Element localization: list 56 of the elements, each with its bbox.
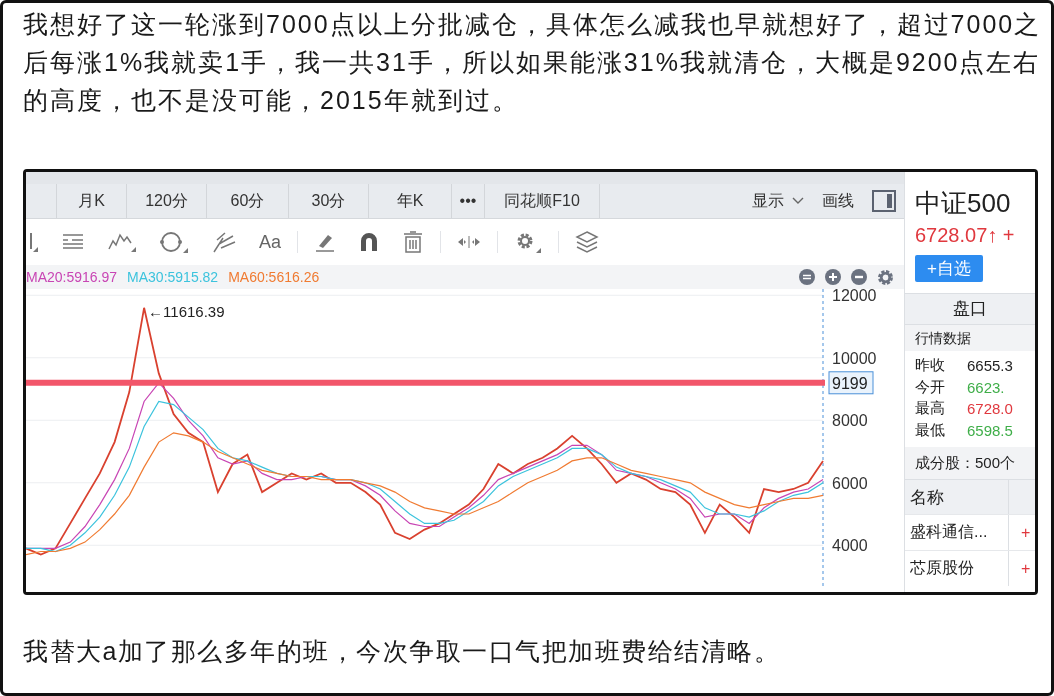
ma-legend-label: MA60:5616.26 xyxy=(228,269,320,285)
axis-label: 8000 xyxy=(832,412,868,430)
plus-circle-icon[interactable] xyxy=(825,269,841,285)
trash-icon[interactable] xyxy=(402,231,425,253)
ma-legend-label: MA20:5916.97 xyxy=(26,269,118,285)
expand-arrows-icon[interactable] xyxy=(457,235,482,249)
settings-icon[interactable] xyxy=(877,268,894,286)
chevron-down-icon[interactable] xyxy=(792,197,804,205)
period-tab[interactable]: 年K xyxy=(369,184,452,218)
stat-label: 今开 xyxy=(915,377,946,397)
index-price: 6728.07↑ + xyxy=(915,224,1016,247)
stat-label: 最低 xyxy=(915,420,946,440)
period-tab[interactable]: 同花顺F10 xyxy=(485,184,600,218)
period-tab[interactable]: 120分 xyxy=(127,184,207,218)
period-tab[interactable]: ••• xyxy=(452,184,485,218)
period-tab[interactable]: 60分 xyxy=(207,184,289,218)
pencil-icon[interactable] xyxy=(314,232,337,252)
fork-tool-icon[interactable] xyxy=(211,230,237,254)
text-lines-icon[interactable] xyxy=(61,232,85,252)
stat-value: 6728.0 xyxy=(967,400,1013,418)
axis-label: 12000 xyxy=(832,289,877,305)
zoom-out-icon[interactable] xyxy=(799,269,815,285)
ref-line-label: 9199 xyxy=(832,374,868,392)
axis-label: 10000 xyxy=(832,349,877,367)
period-tab[interactable]: 月K xyxy=(57,184,127,218)
price-tag: 9199 xyxy=(828,371,874,395)
ma-legend-label: MA30:5915.82 xyxy=(127,269,219,285)
panel-tab[interactable]: 盘口 xyxy=(905,293,1035,325)
draw-menu[interactable]: 画线 xyxy=(822,190,854,212)
change-value: + xyxy=(1008,551,1035,586)
text-tool[interactable]: Aa xyxy=(259,231,282,253)
caption-text: 我替大a加了那么多年的班，今次争取一口气把加班费给结清略。 xyxy=(23,636,782,667)
stock-name[interactable]: 盛科通信... xyxy=(905,522,1008,543)
stat-label: 昨收 xyxy=(915,356,946,376)
axis-label: 6000 xyxy=(832,474,868,492)
zigzag-line-icon[interactable] xyxy=(107,231,137,253)
bar-tool-icon[interactable] xyxy=(29,231,39,253)
minus-circle-icon[interactable] xyxy=(851,269,867,285)
constituents-count: 成分股：500个 xyxy=(905,447,1035,479)
post-text: 我想好了这一轮涨到7000点以上分批减仓，具体怎么减我也早就想好了，超过7000之后每涨1%我就卖1手，我一共31手，所以如果能涨31%我就清仓，大概是9200点左右的高度，也不是没可能，2015年就到过。 xyxy=(23,9,1042,116)
axis-label: 4000 xyxy=(832,537,868,555)
section-title: 行情数据 xyxy=(905,325,1035,351)
period-tab[interactable]: 30分 xyxy=(289,184,369,218)
stat-value: 6623. xyxy=(967,378,1005,396)
layers-icon[interactable] xyxy=(575,230,600,254)
stat-label: 最高 xyxy=(915,399,946,419)
stat-value: 6598.5 xyxy=(967,421,1013,439)
column-header: 名称 xyxy=(909,486,945,509)
circle-tool-icon[interactable] xyxy=(159,230,189,254)
index-name: 中证500 xyxy=(915,188,1012,218)
change-value: + xyxy=(1008,515,1035,550)
panel-toggle-icon[interactable] xyxy=(872,190,896,212)
display-menu[interactable]: 显示 xyxy=(752,190,784,212)
peak-label: ←11616.39 xyxy=(148,302,225,320)
stock-name[interactable]: 芯原股份 xyxy=(905,558,1008,579)
stat-value: 6655.3 xyxy=(967,357,1013,375)
